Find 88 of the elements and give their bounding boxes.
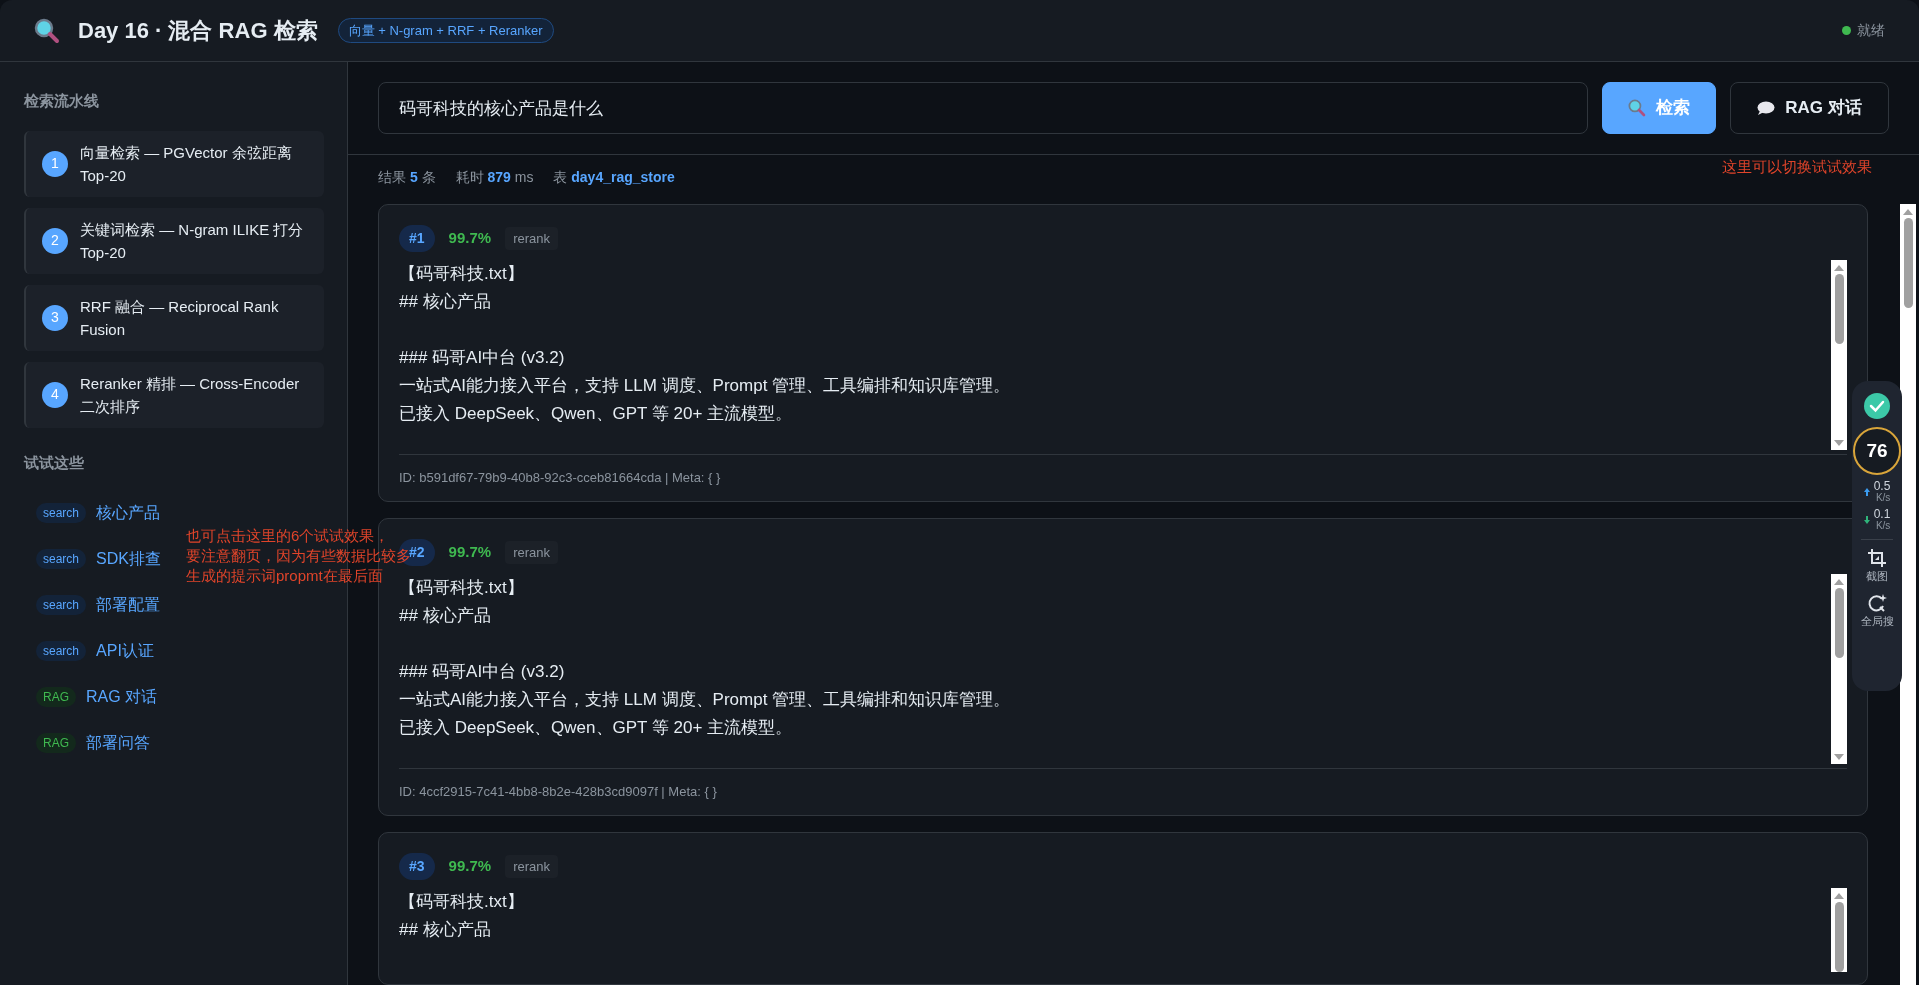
try-label: 部署配置 (96, 595, 161, 615)
magnifier-icon (34, 17, 60, 44)
content-line: ### 码哥AI中台 (v3.2) (399, 661, 565, 683)
table-name: 表 day4_rag_store (553, 168, 675, 187)
rank-badge: #3 (399, 853, 435, 880)
try-item[interactable]: search API认证 (24, 628, 154, 674)
try-label: 部署问答 (86, 733, 150, 753)
try-item[interactable]: search 部署配置 (24, 582, 161, 628)
tag-badge: RAG (36, 733, 76, 753)
crop-icon (1867, 548, 1887, 568)
try-item[interactable]: search 核心产品 (24, 490, 161, 536)
pipeline-badge: 向量 + N-gram + RRF + Reranker (337, 17, 554, 44)
step-number: 1 (42, 150, 68, 177)
content-line: ## 核心产品 (399, 919, 491, 941)
result-count: 结果 5 条 (378, 168, 436, 187)
speed-unit: K/s (1875, 492, 1891, 503)
method-tag: rerank (505, 540, 558, 565)
content-line: ## 核心产品 (399, 605, 491, 627)
try-label: 核心产品 (96, 503, 161, 523)
scrollbar[interactable] (1831, 574, 1847, 764)
try-item[interactable]: RAG 部署问答 (24, 720, 150, 766)
speed-value: 0.1 (1873, 509, 1891, 520)
global-search-button[interactable]: 全局搜 (1860, 592, 1894, 629)
try-label: API认证 (96, 641, 154, 661)
speed-unit: K/s (1875, 520, 1891, 531)
content-line: ### 码哥AI中台 (v3.2) (399, 347, 565, 369)
elapsed-time: 耗时 879 ms (455, 168, 534, 187)
content-line: 已接入 DeepSeek、Qwen、GPT 等 20+ 主流模型。 (399, 717, 793, 739)
content-line: 一站式AI能力接入平台，支持 LLM 调度、Prompt 管理、工具编排和知识库管理。 (399, 375, 1011, 397)
magnifier-icon (1628, 99, 1646, 117)
up-arrow-icon[interactable] (1903, 207, 1913, 215)
step-text: RRF 融合 — Reciprocal Rank Fusion (80, 296, 280, 340)
scroll-thumb[interactable] (1834, 274, 1844, 344)
meta-text: ID: 4ccf2915-7c41-4bb8-8b2e-428b3cd9097f | Meta: { } (399, 784, 717, 799)
up-arrow-icon[interactable] (1834, 891, 1844, 899)
search-field[interactable]: 码哥科技的核心产品是什么 (378, 82, 1588, 134)
app-title: Day 16 · 混合 RAG 检索 (78, 17, 318, 45)
step-text: 关键词检索 — N-gram ILIKE 打分 Top-20 (80, 219, 305, 263)
score-ring: 76 (1853, 427, 1901, 475)
scroll-thumb[interactable] (1834, 902, 1844, 972)
annotation-note: 这里可以切换试试效果 (1722, 157, 1872, 177)
scrollbar[interactable] (1831, 260, 1847, 450)
speech-bubble-icon (1757, 101, 1776, 115)
content-line: ## 核心产品 (399, 291, 491, 313)
step-number: 3 (42, 304, 68, 331)
method-tag: rerank (505, 226, 558, 251)
step-number: 4 (42, 381, 68, 408)
tag-badge: search (36, 549, 87, 569)
up-arrow-icon (1863, 488, 1870, 496)
page-scrollbar[interactable] (1900, 204, 1916, 985)
speed-value: 0.5 (1873, 481, 1891, 492)
chat-button[interactable]: RAG 对话 (1730, 82, 1889, 134)
try-item[interactable]: RAG RAG 对话 (24, 674, 158, 720)
content-line: 【码哥科技.txt】 (399, 891, 524, 913)
content-line: 一站式AI能力接入平台，支持 LLM 调度、Prompt 管理、工具编排和知识库管理。 (399, 689, 1011, 711)
down-arrow-icon[interactable] (1834, 753, 1844, 761)
score-text: 99.7% (448, 228, 492, 249)
up-arrow-icon[interactable] (1834, 577, 1844, 585)
down-arrow-icon[interactable] (1834, 439, 1844, 447)
tag-badge: RAG (36, 687, 76, 707)
scroll-thumb[interactable] (1834, 588, 1844, 658)
screenshot-button[interactable]: 截图 (1866, 548, 1888, 585)
score-text: 99.7% (448, 542, 492, 563)
rank-badge: #1 (399, 225, 435, 252)
check-icon (1864, 393, 1890, 419)
content-line: 已接入 DeepSeek、Qwen、GPT 等 20+ 主流模型。 (399, 403, 793, 425)
method-tag: rerank (505, 854, 558, 879)
status-text: 就绪 (1857, 21, 1885, 40)
section-title: 试试这些 (24, 452, 84, 473)
content-line: 【码哥科技.txt】 (399, 263, 524, 285)
section-title: 检索流水线 (24, 91, 99, 111)
tag-badge: search (36, 641, 87, 661)
meta-text: ID: b591df67-79b9-40b8-92c3-cceb81664cda | Meta: { } (399, 470, 721, 485)
scrollbar[interactable] (1831, 888, 1847, 972)
content-line: 【码哥科技.txt】 (399, 577, 524, 599)
try-label: SDK排查 (96, 549, 161, 569)
try-item[interactable]: search SDK排查 (24, 536, 161, 582)
try-label: RAG 对话 (86, 687, 158, 707)
score-text: 99.7% (448, 856, 492, 877)
scroll-thumb[interactable] (1903, 218, 1913, 308)
step-text: Reranker 精排 — Cross-Encoder 二次排序 (80, 373, 301, 417)
step-number: 2 (42, 227, 68, 254)
down-arrow-icon (1863, 516, 1870, 524)
search-icon (1867, 592, 1887, 613)
tag-badge: search (36, 595, 87, 615)
tag-badge: search (36, 503, 87, 523)
step-text: 向量检索 — PGVector 余弦距离 Top-20 (80, 142, 293, 186)
up-arrow-icon[interactable] (1834, 263, 1844, 271)
